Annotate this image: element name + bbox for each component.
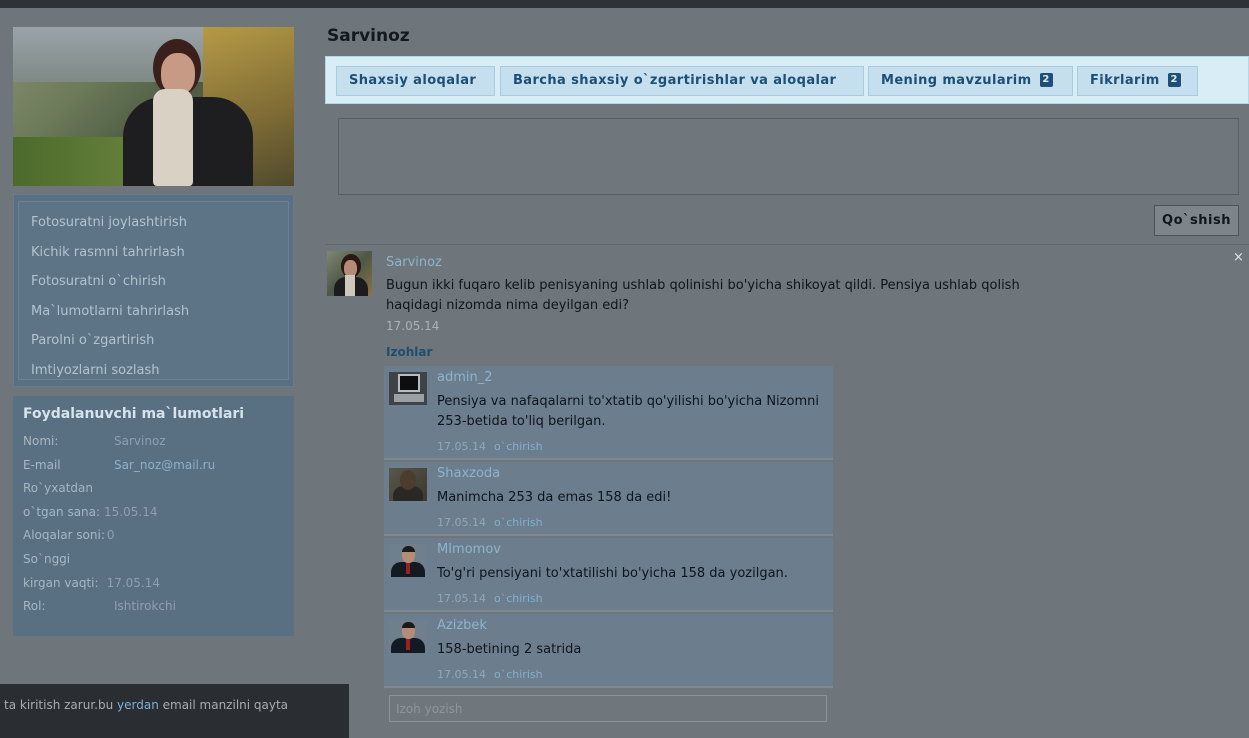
menu-privileges[interactable]: Imtiyozlarni sozlash bbox=[31, 356, 276, 386]
comment-item: Shaxzoda Manimcha 253 da emas 158 da edi… bbox=[384, 462, 833, 536]
page-overlay: Fotosuratni joylashtirish Kichik rasmni … bbox=[0, 8, 1249, 738]
post-text: Bugun ikki fuqaro kelib penisyaning ushl… bbox=[386, 278, 1020, 313]
comment-text: To'g'ri pensiyani to'xtatilishi bo'yicha… bbox=[437, 566, 788, 581]
comment-avatar[interactable] bbox=[389, 468, 427, 501]
comment-meta: 17.05.14 o`chirish bbox=[437, 668, 543, 681]
page-title: Sarvinoz bbox=[327, 26, 410, 46]
comment-text: Pensiya va nafaqalarni to'xtatib qo'yili… bbox=[437, 394, 819, 429]
profile-actions-menu: Fotosuratni joylashtirish Kichik rasmni … bbox=[13, 194, 294, 387]
tab-all-changes[interactable]: Barcha shaxsiy o`zgartirishlar va aloqal… bbox=[500, 66, 864, 96]
info-row-name: Nomi: Sarvinoz bbox=[23, 434, 166, 448]
comment-item: Azizbek 158-betining 2 satrida 17.05.14 o… bbox=[384, 614, 833, 688]
info-row-count: Aloqalar soni: 0 bbox=[23, 528, 115, 543]
tab-my-topics[interactable]: Mening mavzularim 2 bbox=[868, 66, 1073, 96]
comment-input[interactable] bbox=[389, 695, 827, 722]
comment-item: admin_2 Pensiya va nafaqalarni to'xtatib… bbox=[384, 366, 833, 460]
menu-upload-photo[interactable]: Fotosuratni joylashtirish bbox=[31, 208, 276, 238]
divider bbox=[325, 244, 1249, 245]
info-row-email: E-mail Sar_noz@mail.ru bbox=[23, 454, 284, 478]
comment-meta: 17.05.14 o`chirish bbox=[437, 592, 543, 605]
comment-author-link[interactable]: admin_2 bbox=[437, 370, 493, 385]
user-info-panel: Foydalanuvchi ma`lumotlari Nomi: Sarvino… bbox=[13, 396, 294, 636]
comment-text: Manimcha 253 da emas 158 da edi! bbox=[437, 490, 672, 505]
comment-delete-link[interactable]: o`chirish bbox=[494, 592, 543, 605]
submit-post-button[interactable]: Qo`shish bbox=[1154, 205, 1239, 236]
comment-author-link[interactable]: Azizbek bbox=[437, 618, 487, 633]
tab-personal-contacts[interactable]: Shaxsiy aloqalar bbox=[336, 66, 495, 96]
comment-delete-link[interactable]: o`chirish bbox=[494, 668, 543, 681]
comment-avatar[interactable] bbox=[389, 620, 427, 653]
comment-author-link[interactable]: MImomov bbox=[437, 542, 501, 557]
menu-edit-info[interactable]: Ma`lumotlarni tahrirlash bbox=[31, 297, 276, 327]
info-row-last-1: So`nggi bbox=[23, 551, 71, 566]
tab-my-comments-count: 2 bbox=[1167, 72, 1181, 87]
menu-change-password[interactable]: Parolni o`zgartirish bbox=[31, 326, 276, 356]
close-icon[interactable]: × bbox=[1233, 250, 1244, 265]
notice-link[interactable]: yerdan bbox=[117, 698, 159, 712]
comment-author-link[interactable]: Shaxzoda bbox=[437, 466, 500, 481]
post-author-link[interactable]: Sarvinoz bbox=[386, 255, 442, 270]
post-textarea[interactable] bbox=[338, 118, 1239, 195]
comments-heading: Izohlar bbox=[386, 345, 433, 359]
comment-meta: 17.05.14 o`chirish bbox=[437, 516, 543, 529]
profile-photo bbox=[13, 27, 294, 186]
tab-my-comments[interactable]: Fikrlarim 2 bbox=[1077, 66, 1198, 96]
email-link[interactable]: Sar_noz@mail.ru bbox=[114, 454, 215, 478]
menu-edit-thumbnail[interactable]: Kichik rasmni tahrirlash bbox=[31, 238, 276, 268]
menu-delete-photo[interactable]: Fotosuratni o`chirish bbox=[31, 267, 276, 297]
email-notice-bar: ta kiritish zarur.bu yerdan email manzil… bbox=[0, 684, 349, 738]
info-row-reg-1: Ro`yxatdan bbox=[23, 481, 93, 496]
post-date: 17.05.14 bbox=[386, 319, 440, 333]
comment-text: 158-betining 2 satrida bbox=[437, 642, 582, 657]
tab-my-topics-count: 2 bbox=[1039, 72, 1053, 87]
info-row-last-2: kirgan vaqti: 17.05.14 bbox=[23, 575, 160, 590]
info-row-reg-2: o`tgan sana: 15.05.14 bbox=[23, 504, 158, 519]
comment-avatar[interactable] bbox=[389, 372, 427, 405]
comment-meta: 17.05.14 o`chirish bbox=[437, 440, 543, 453]
comment-item: MImomov To'g'ri pensiyani to'xtatilishi … bbox=[384, 538, 833, 612]
tabs-bar: Shaxsiy aloqalar Barcha shaxsiy o`zgarti… bbox=[325, 56, 1249, 104]
info-row-role: Rol: Ishtirokchi bbox=[23, 599, 176, 614]
comment-avatar[interactable] bbox=[389, 544, 427, 577]
post-avatar[interactable] bbox=[327, 251, 372, 296]
user-info-title: Foydalanuvchi ma`lumotlari bbox=[23, 406, 245, 422]
comment-delete-link[interactable]: o`chirish bbox=[494, 440, 543, 453]
comment-delete-link[interactable]: o`chirish bbox=[494, 516, 543, 529]
